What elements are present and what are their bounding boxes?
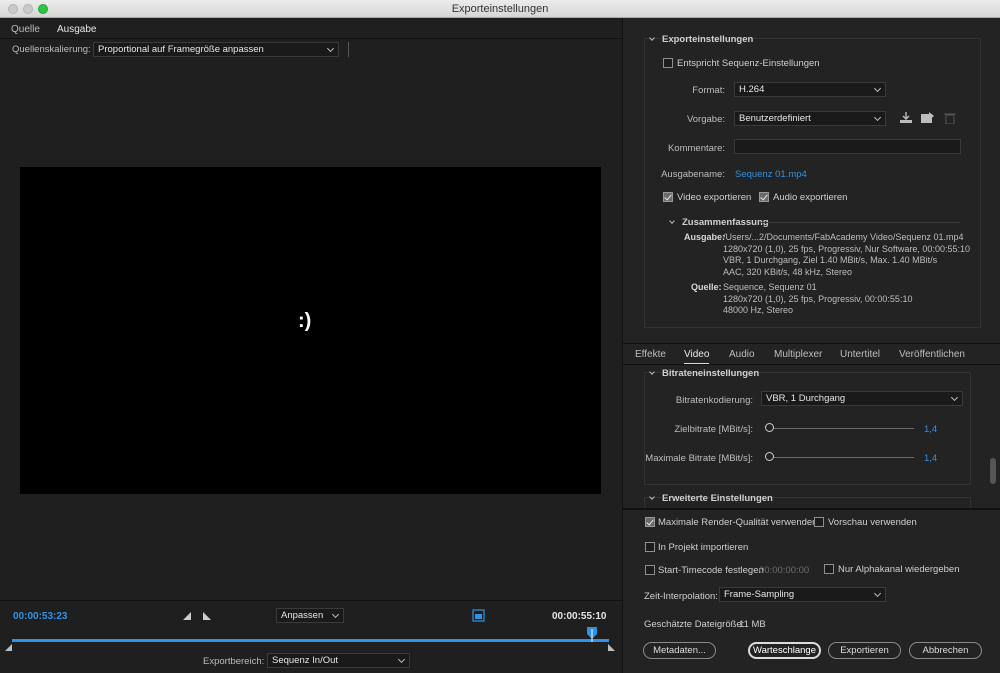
minimize-window-button[interactable] (23, 4, 33, 14)
max-bitrate-slider[interactable] (774, 457, 914, 458)
format-dropdown[interactable]: H.264 (734, 82, 886, 97)
max-render-quality-label: Maximale Render-Qualität verwenden (658, 517, 818, 528)
audio-export-label: Audio exportieren (773, 192, 848, 203)
delete-preset-icon[interactable] (944, 112, 956, 124)
export-button[interactable]: Exportieren (828, 642, 901, 659)
advanced-settings-header[interactable]: Erweiterte Einstellungen (649, 493, 773, 504)
preset-dropdown[interactable]: Benutzerdefiniert (734, 111, 886, 126)
preset-label: Vorgabe: (686, 114, 725, 125)
timeline-bar: 00:00:53:23 Anpassen 00:00:55:10 Exportb… (0, 600, 622, 673)
target-bitrate-label: Zielbitrate [MBit/s]: (674, 424, 753, 435)
time-interpolation-label: Zeit-Interpolation: (644, 591, 718, 602)
use-preview-checkbox[interactable] (814, 517, 824, 527)
target-bitrate-knob[interactable] (765, 423, 774, 432)
scaling-label: Quellenskalierung: (12, 44, 91, 55)
format-label: Format: (692, 85, 725, 96)
tab-ausgabe[interactable]: Ausgabe (57, 24, 97, 39)
preview-smiley: :) (298, 310, 312, 332)
import-preset-icon[interactable] (921, 112, 935, 124)
audio-export-checkbox[interactable] (759, 192, 769, 202)
close-window-button[interactable] (8, 4, 18, 14)
alpha-only-checkbox[interactable] (824, 564, 834, 574)
playhead-icon[interactable] (587, 627, 598, 642)
bitrate-encoding-label: Bitratenkodierung: (675, 395, 753, 406)
max-render-quality-checkbox[interactable] (645, 517, 655, 527)
summary-source-text: Sequence, Sequenz 01 1280x720 (1,0), 25 f… (723, 282, 913, 315)
import-project-checkbox[interactable] (645, 542, 655, 552)
comments-label: Kommentare: (667, 143, 725, 154)
window-title: Exporteinstellungen (451, 3, 549, 15)
cancel-button[interactable]: Abbrechen (909, 642, 982, 659)
tab-veroeffentlichen[interactable]: Veröffentlichen (899, 349, 965, 360)
tab-video[interactable]: Video (684, 349, 710, 364)
max-bitrate-label: Maximale Bitrate [MBit/s]: (645, 453, 753, 464)
comments-input[interactable] (734, 139, 961, 154)
use-preview-label: Vorschau verwenden (828, 517, 917, 528)
fit-dropdown[interactable]: Anpassen (276, 608, 344, 623)
start-timecode-checkbox[interactable] (645, 565, 655, 575)
title-bar: Exporteinstellungen (0, 0, 1000, 18)
target-bitrate-slider[interactable] (774, 428, 914, 429)
match-sequence-label: Entspricht Sequenz-Einstellungen (677, 58, 820, 69)
tab-audio[interactable]: Audio (729, 349, 755, 360)
video-export-checkbox[interactable] (663, 192, 673, 202)
start-timecode-value: 00:00:00:00 (759, 565, 810, 576)
estimated-filesize-value: 11 MB (739, 619, 766, 630)
save-preset-icon[interactable] (899, 112, 913, 124)
target-bitrate-value[interactable]: 1,4 (924, 424, 937, 435)
end-timecode: 00:00:55:10 (552, 611, 607, 622)
bitrate-header[interactable]: Bitrateneinstellungen (649, 368, 759, 379)
summary-header[interactable]: Zusammenfassung (669, 217, 769, 228)
match-sequence-checkbox[interactable] (663, 58, 673, 68)
export-range-dropdown[interactable]: Sequenz In/Out (267, 653, 410, 668)
tab-untertitel[interactable]: Untertitel (840, 349, 880, 360)
video-export-label: Video exportieren (677, 192, 752, 203)
summary-output-text: /Users/...2/Documents/FabAcademy Video/S… (723, 232, 970, 277)
timeline-track[interactable] (12, 639, 609, 642)
max-bitrate-value[interactable]: 1,4 (924, 453, 937, 464)
tab-effekte[interactable]: Effekte (635, 349, 666, 360)
metadata-button[interactable]: Metadaten... (643, 642, 716, 659)
queue-button[interactable]: Warteschlange (748, 642, 821, 659)
alpha-only-label: Nur Alphakanal wiedergeben (838, 564, 960, 575)
settings-scrollbar[interactable] (990, 458, 996, 484)
tab-multiplexer[interactable]: Multiplexer (774, 349, 822, 360)
current-timecode[interactable]: 00:00:53:23 (13, 611, 67, 622)
max-bitrate-knob[interactable] (765, 452, 774, 461)
tab-quelle[interactable]: Quelle (11, 24, 40, 35)
start-timecode-label: Start-Timecode festlegen (658, 565, 764, 576)
mark-in-out-icons[interactable] (183, 611, 213, 621)
zoom-window-button[interactable] (38, 4, 48, 14)
summary-source-label: Quelle: (691, 282, 722, 292)
out-point-icon[interactable] (608, 644, 616, 652)
import-project-label: In Projekt importieren (658, 542, 749, 553)
export-settings-header[interactable]: Exporteinstellungen (649, 34, 753, 45)
bitrate-encoding-dropdown[interactable]: VBR, 1 Durchgang (761, 391, 963, 406)
time-interpolation-dropdown[interactable]: Frame-Sampling (719, 587, 886, 602)
scaling-dropdown[interactable]: Proportional auf Framegröße anpassen (93, 42, 339, 57)
summary-output-label: Ausgabe: (684, 232, 726, 242)
output-name-link[interactable]: Sequenz 01.mp4 (735, 169, 807, 180)
output-name-label: Ausgabename: (661, 169, 725, 180)
export-range-label: Exportbereich: (203, 656, 265, 667)
in-point-icon[interactable] (5, 644, 13, 652)
estimated-filesize-label: Geschätzte Dateigröße: (644, 619, 745, 630)
source-range-icon[interactable] (472, 609, 485, 622)
